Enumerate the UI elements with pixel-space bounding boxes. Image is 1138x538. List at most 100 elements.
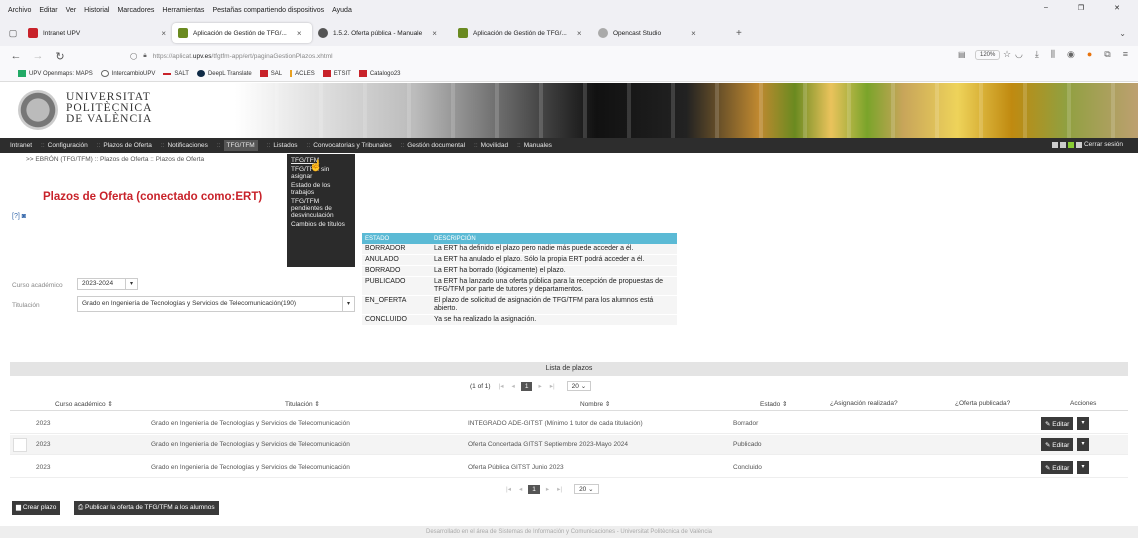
curso-select[interactable]: 2023-2024 ▾: [77, 278, 138, 290]
bookmark-intercambio[interactable]: IntercambioUPV: [100, 70, 155, 77]
upv-seal-logo[interactable]: [18, 90, 58, 130]
language-icon[interactable]: [1051, 141, 1058, 148]
editar-button[interactable]: ✎ Editar: [1041, 438, 1074, 451]
chevron-down-icon[interactable]: ▾: [342, 297, 354, 311]
menu-item-intranet[interactable]: Intranet: [10, 142, 32, 149]
url-bar[interactable]: ◯ 🔒︎ https://aplicat. upv.es/tfgtfm-app/e…: [130, 48, 930, 64]
menu-pestanas[interactable]: Pestañas compartiendo dispositivos: [212, 7, 324, 14]
extension-icon[interactable]: ●: [1087, 49, 1092, 60]
new-tab-icon[interactable]: +: [736, 28, 742, 39]
editar-button[interactable]: ✎ Editar: [1041, 461, 1074, 474]
table-row[interactable]: 2023 Grado en Ingeniería de Tecnologías …: [10, 435, 1128, 455]
hamburger-menu-icon[interactable]: ≡: [1123, 49, 1128, 60]
col-nombre[interactable]: Nombre ⇕: [580, 400, 610, 408]
pocket-icon[interactable]: ◡: [1015, 49, 1023, 60]
dropdown-item-estado[interactable]: Estado de los trabajos: [291, 182, 351, 196]
close-tab-icon[interactable]: ×: [577, 29, 582, 38]
shield-icon[interactable]: ◯: [130, 52, 137, 60]
bookmark-salt[interactable]: SALT: [163, 71, 189, 77]
menu-ayuda[interactable]: Ayuda: [332, 7, 352, 14]
browser-tab-3[interactable]: Aplicación de Gestión de TFG/... ×: [452, 23, 592, 43]
menu-item-movilidad[interactable]: Movilidad: [481, 142, 508, 149]
table-row[interactable]: 2023 Grado en Ingeniería de Tecnologías …: [10, 458, 1128, 478]
menu-archivo[interactable]: Archivo: [8, 7, 31, 14]
col-curso[interactable]: Curso académico ⇕: [55, 400, 113, 408]
rows-per-page-select[interactable]: 20 ⌄: [566, 381, 592, 391]
close-tab-icon[interactable]: ×: [297, 29, 302, 38]
lock-icon[interactable]: 🔒︎: [143, 52, 146, 60]
language-icon[interactable]: [1067, 141, 1074, 148]
menu-marcadores[interactable]: Marcadores: [117, 7, 154, 14]
menu-item-notificaciones[interactable]: Notificaciones: [167, 142, 207, 149]
upv-logo-text[interactable]: UNIVERSITAT POLITÈCNICA DE VALÈNCIA: [66, 91, 152, 125]
col-titulacion[interactable]: Titulación ⇕: [285, 400, 320, 408]
menu-historial[interactable]: Historial: [84, 7, 109, 14]
chevron-down-icon[interactable]: ▾: [125, 279, 137, 289]
menu-item-plazos[interactable]: Plazos de Oferta: [103, 142, 151, 149]
actions-dropdown-icon[interactable]: ▾: [1077, 438, 1089, 451]
last-page-icon[interactable]: ▸|: [557, 485, 562, 493]
close-window-icon[interactable]: ✕: [1114, 4, 1120, 12]
menu-herramientas[interactable]: Herramientas: [162, 7, 204, 14]
prev-page-icon[interactable]: ◂: [519, 485, 522, 493]
minimize-icon[interactable]: –: [1044, 4, 1048, 12]
actions-dropdown-icon[interactable]: ▾: [1077, 461, 1089, 474]
close-tab-icon[interactable]: ×: [432, 29, 437, 38]
bookmark-etsit[interactable]: ETSIT: [322, 70, 351, 77]
menu-item-configuracion[interactable]: Configuración: [48, 142, 88, 149]
menu-item-listados[interactable]: Listados: [273, 142, 297, 149]
forward-icon[interactable]: →: [32, 50, 44, 62]
maximize-icon[interactable]: ❐: [1078, 4, 1084, 12]
download-icon[interactable]: ⤓: [1035, 49, 1039, 60]
back-icon[interactable]: ←: [10, 50, 22, 62]
rows-per-page-select[interactable]: 20 ⌄: [574, 484, 599, 494]
browser-tab-1[interactable]: Aplicación de Gestión de TFG/... ×: [172, 23, 312, 43]
table-row[interactable]: 2023 Grado en Ingeniería de Tecnologías …: [10, 414, 1128, 434]
help-icon[interactable]: [?]: [12, 213, 20, 220]
close-tab-icon[interactable]: ×: [691, 29, 696, 38]
menu-item-tfg-tfm[interactable]: TFG/TFM: [223, 140, 258, 151]
browser-tab-4[interactable]: Opencast Studio ×: [592, 23, 732, 43]
reload-icon[interactable]: ↻: [54, 50, 66, 63]
video-help-icon[interactable]: ◙: [22, 213, 26, 220]
menu-ver[interactable]: Ver: [66, 7, 77, 14]
bookmark-catalogo[interactable]: Catalogo23: [358, 70, 401, 77]
reader-icon[interactable]: ▤: [958, 50, 966, 59]
menu-item-manuales[interactable]: Manuales: [524, 142, 552, 149]
library-icon[interactable]: ⫼: [1051, 49, 1055, 60]
zoom-level[interactable]: 120%: [975, 50, 1001, 60]
last-page-icon[interactable]: ▸|: [550, 382, 555, 390]
next-page-icon[interactable]: ▸: [546, 485, 549, 493]
logout-link[interactable]: Cerrar sesión: [1084, 141, 1123, 148]
dropdown-item-desvinculacion[interactable]: TFG/TFM pendientes de desvinculación: [291, 198, 351, 219]
next-page-icon[interactable]: ▸: [538, 382, 541, 390]
prev-page-icon[interactable]: ◂: [512, 382, 515, 390]
extensions-icon[interactable]: ⧉: [1104, 49, 1110, 60]
bookmark-maps[interactable]: UPV Openmaps: MAPS: [18, 70, 93, 77]
col-estado[interactable]: Estado ⇕: [760, 400, 788, 408]
crear-plazo-button[interactable]: ▆ Crear plazo: [12, 501, 61, 515]
current-page[interactable]: 1: [528, 484, 540, 494]
logout-icon[interactable]: [1075, 141, 1082, 148]
current-page[interactable]: 1: [520, 381, 533, 391]
browser-tab-2[interactable]: 1.5.2. Oferta pública - Manuale ×: [312, 23, 452, 43]
actions-dropdown-icon[interactable]: ▾: [1077, 417, 1089, 430]
menu-editar[interactable]: Editar: [39, 7, 57, 14]
close-tab-icon[interactable]: ×: [161, 29, 166, 38]
first-page-icon[interactable]: |◂: [499, 382, 504, 390]
editar-button[interactable]: ✎ Editar: [1041, 417, 1074, 430]
tab-list-icon[interactable]: ▢: [4, 28, 22, 39]
publicar-oferta-button[interactable]: ⎙ Publicar la oferta de TFG/TFM a los al…: [74, 501, 219, 515]
bookmark-sal[interactable]: SAL: [259, 70, 282, 77]
bookmark-deepl[interactable]: DeepL Translate: [196, 70, 252, 77]
browser-tab-0[interactable]: Intranet UPV ×: [22, 23, 172, 43]
row-checkbox[interactable]: [13, 438, 27, 452]
chevron-down-icon[interactable]: ⌄: [1119, 29, 1126, 38]
menu-item-convocatorias[interactable]: Convocatorias y Tribunales: [313, 142, 391, 149]
menu-item-gestion-documental[interactable]: Gestión documental: [407, 142, 465, 149]
account-icon[interactable]: ◉: [1067, 49, 1075, 60]
first-page-icon[interactable]: |◂: [506, 485, 511, 493]
titulacion-select[interactable]: Grado en Ingeniería de Tecnologías y Ser…: [77, 296, 355, 312]
bookmark-acles[interactable]: ACLES: [290, 70, 315, 77]
language-icon[interactable]: [1059, 141, 1066, 148]
